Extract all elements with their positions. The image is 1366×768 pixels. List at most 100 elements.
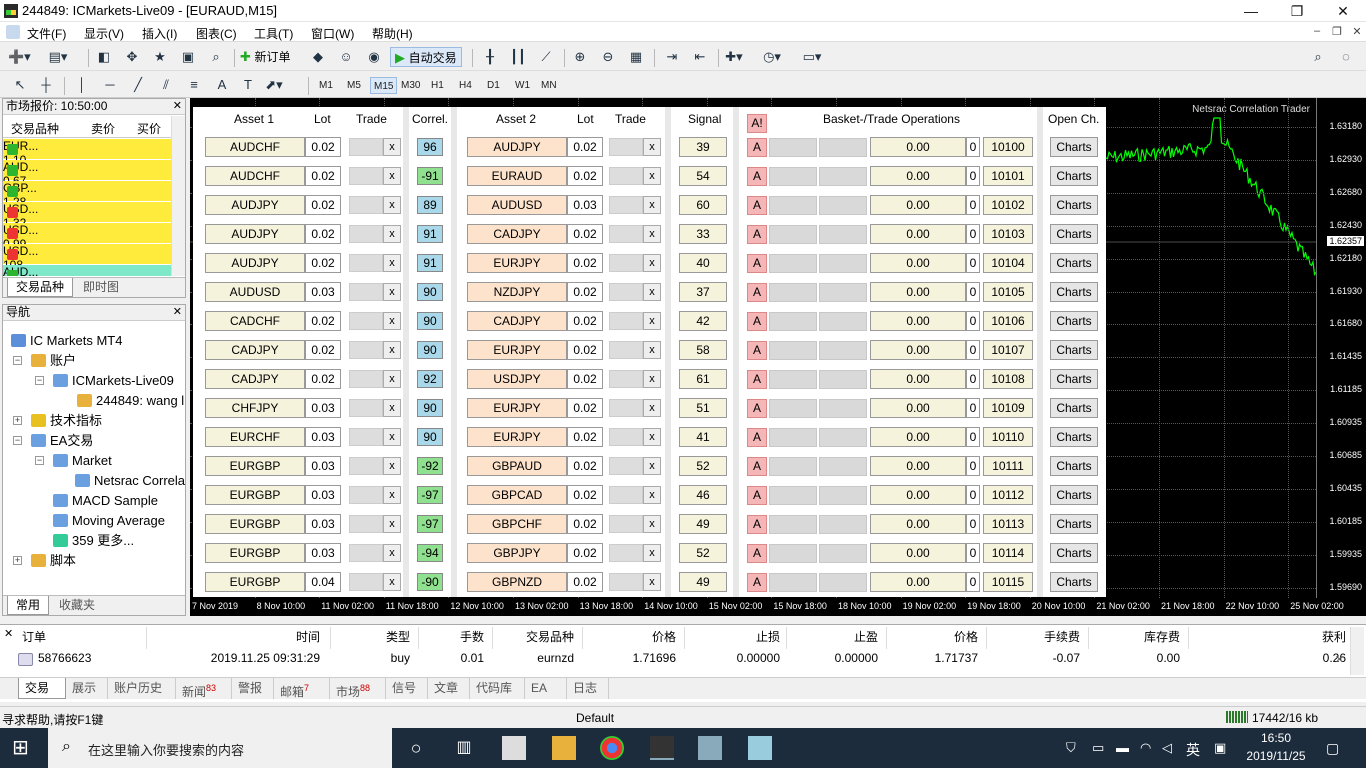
close-asset2-button[interactable]: x <box>643 457 661 475</box>
text-label-icon[interactable]: T <box>238 75 258 95</box>
close-asset2-button[interactable]: x <box>643 544 661 562</box>
close-asset2-button[interactable]: x <box>643 138 661 156</box>
close-asset1-button[interactable]: x <box>383 225 401 243</box>
close-asset1-button[interactable]: x <box>383 312 401 330</box>
open-charts-button[interactable]: Charts <box>1050 166 1098 186</box>
close-asset1-button[interactable]: x <box>383 341 401 359</box>
lot2-field[interactable]: 0.02 <box>567 282 603 302</box>
menu-file[interactable]: 文件(F) <box>27 25 66 42</box>
close-order-icon[interactable]: ✕ <box>1335 653 1344 666</box>
lot2-field[interactable]: 0.02 <box>567 543 603 563</box>
column-header[interactable]: 止盈 <box>786 627 882 649</box>
basket-op-button[interactable] <box>819 573 867 592</box>
close-asset2-button[interactable]: x <box>643 515 661 533</box>
basket-op-button[interactable] <box>769 370 817 389</box>
chart-shift-icon[interactable]: ⇤ <box>690 47 710 67</box>
navigator-item[interactable]: IC Markets MT4 <box>11 332 122 350</box>
timeframe-m15[interactable]: M15 <box>370 77 398 94</box>
auto-button[interactable]: A <box>747 428 767 447</box>
lot2-field[interactable]: 0.02 <box>567 311 603 331</box>
chat-icon[interactable]: ◌ <box>1336 47 1356 67</box>
basket-op-button[interactable] <box>819 341 867 360</box>
lot2-field[interactable]: 0.02 <box>567 137 603 157</box>
column-header[interactable]: 手续费 <box>986 627 1084 649</box>
file-explorer-icon[interactable] <box>552 736 576 760</box>
column-header[interactable]: 订单 <box>22 627 50 649</box>
basket-op-button[interactable] <box>769 254 817 273</box>
lot1-field[interactable]: 0.04 <box>305 572 341 592</box>
open-charts-button[interactable]: Charts <box>1050 195 1098 215</box>
asset1-symbol[interactable]: EURCHF <box>205 427 305 447</box>
open-charts-button[interactable]: Charts <box>1050 340 1098 360</box>
auto-scroll-icon[interactable]: ⇥ <box>662 47 682 67</box>
auto-button[interactable]: A <box>747 312 767 331</box>
close-asset1-button[interactable]: x <box>383 428 401 446</box>
open-charts-button[interactable]: Charts <box>1050 253 1098 273</box>
basket-op-button[interactable] <box>769 544 817 563</box>
auto-button[interactable]: A <box>747 283 767 302</box>
vertical-line-icon[interactable]: │ <box>72 75 92 95</box>
basket-op-button[interactable] <box>819 457 867 476</box>
terminal-close-icon[interactable]: ✕ <box>4 627 13 640</box>
tray-app-icon[interactable]: ▭ <box>1092 740 1104 756</box>
collapse-icon[interactable]: − <box>13 436 22 445</box>
templates-icon[interactable]: ▭▾ <box>802 47 822 67</box>
auto-button[interactable]: A <box>747 370 767 389</box>
basket-op-button[interactable] <box>819 544 867 563</box>
navigator-item[interactable]: 244849: wang l <box>77 392 184 410</box>
column-header[interactable]: 库存费 <box>1088 627 1184 649</box>
asset2-symbol[interactable]: EURJPY <box>467 398 567 418</box>
search-icon[interactable]: ⌕ <box>1308 47 1328 67</box>
auto-button[interactable]: A <box>747 254 767 273</box>
close-asset1-button[interactable]: x <box>383 457 401 475</box>
asset1-symbol[interactable]: CHFJPY <box>205 398 305 418</box>
terminal-tab[interactable]: EA <box>525 678 567 699</box>
basket-op-button[interactable] <box>769 486 817 505</box>
lot2-field[interactable]: 0.02 <box>567 224 603 244</box>
asset1-symbol[interactable]: EURGBP <box>205 456 305 476</box>
close-button[interactable]: ✕ <box>1320 0 1366 22</box>
close-asset1-button[interactable]: x <box>383 573 401 591</box>
column-header[interactable]: 价格 <box>582 627 680 649</box>
column-header[interactable]: 类型 <box>330 627 414 649</box>
basket-op-button[interactable] <box>819 283 867 302</box>
basket-op-button[interactable] <box>819 312 867 331</box>
close-asset1-button[interactable]: x <box>383 167 401 185</box>
tab-symbols[interactable]: 交易品种 <box>7 278 74 297</box>
timeframe-h1[interactable]: H1 <box>428 77 447 94</box>
notepad-icon[interactable] <box>748 736 772 760</box>
input-mode-icon[interactable]: ▣ <box>1214 740 1226 756</box>
asset2-symbol[interactable]: GBPCHF <box>467 514 567 534</box>
timeframe-w1[interactable]: W1 <box>512 77 533 94</box>
navigator-item[interactable]: 359 更多... <box>53 532 134 550</box>
menu-view[interactable]: 显示(V) <box>84 25 124 42</box>
asset2-symbol[interactable]: EURJPY <box>467 427 567 447</box>
lot1-field[interactable]: 0.03 <box>305 485 341 505</box>
close-asset2-button[interactable]: x <box>643 312 661 330</box>
asset2-symbol[interactable]: CADJPY <box>467 224 567 244</box>
close-asset1-button[interactable]: x <box>383 486 401 504</box>
mdi-close-icon[interactable]: ✕ <box>1348 25 1366 39</box>
lot2-field[interactable]: 0.02 <box>567 253 603 273</box>
close-asset2-button[interactable]: x <box>643 486 661 504</box>
lot1-field[interactable]: 0.02 <box>305 369 341 389</box>
menu-insert[interactable]: 插入(I) <box>142 25 177 42</box>
close-asset1-button[interactable]: x <box>383 370 401 388</box>
asset1-symbol[interactable]: AUDCHF <box>205 166 305 186</box>
column-header[interactable]: 止损 <box>684 627 784 649</box>
open-charts-button[interactable]: Charts <box>1050 485 1098 505</box>
security-icon[interactable]: ⛉ <box>1066 740 1076 756</box>
terminal-tab[interactable]: 市场88 <box>330 678 386 699</box>
column-header[interactable]: 时间 <box>146 627 324 649</box>
navigator-item[interactable]: 技术指标 <box>31 412 102 430</box>
asset2-symbol[interactable]: GBPNZD <box>467 572 567 592</box>
navigator-item[interactable]: Netsrac Correla <box>75 472 185 490</box>
close-asset2-button[interactable]: x <box>643 283 661 301</box>
collapse-icon[interactable]: − <box>35 376 44 385</box>
tab-tick-chart[interactable]: 即时图 <box>75 278 127 297</box>
lot1-field[interactable]: 0.02 <box>305 195 341 215</box>
cortana-icon[interactable]: ○ <box>404 736 428 760</box>
basket-op-button[interactable] <box>769 225 817 244</box>
all-a-button[interactable]: A! <box>747 114 767 133</box>
arrows-icon[interactable]: ⬈▾ <box>264 75 284 95</box>
